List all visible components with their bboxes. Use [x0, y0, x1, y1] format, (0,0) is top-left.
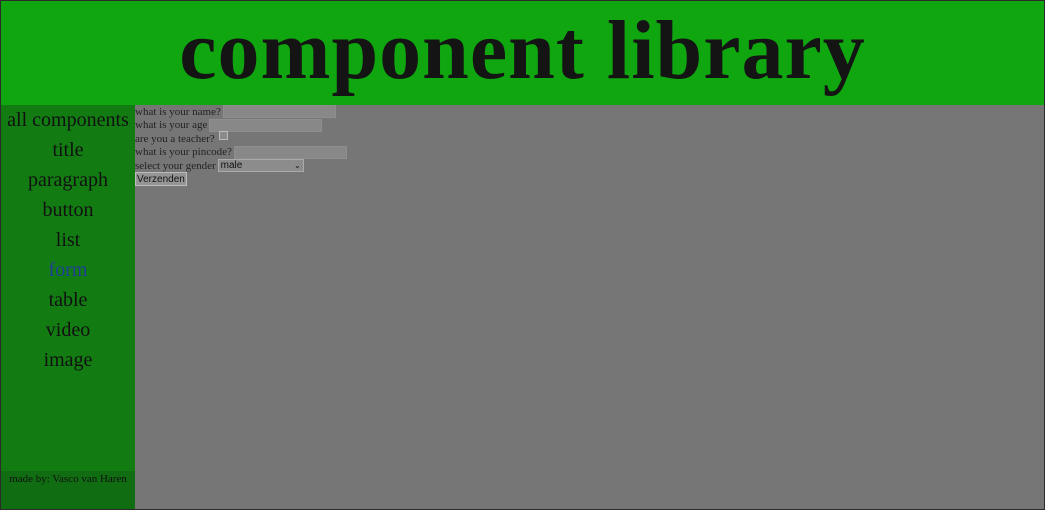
gender-selected-value: male	[220, 160, 243, 172]
pincode-input[interactable]	[233, 145, 347, 159]
age-label: what is your age	[135, 119, 208, 132]
form-panel: what is your name? what is your age are …	[135, 105, 347, 187]
pincode-row: what is your pincode?	[135, 145, 347, 160]
sidebar: all components title paragraph button li…	[1, 105, 135, 509]
sidebar-footer: made by: Vasco van Haren	[1, 471, 135, 509]
sidebar-item-button[interactable]: button	[1, 197, 135, 227]
name-input[interactable]	[222, 105, 336, 119]
submit-row: Verzenden	[135, 172, 347, 187]
sidebar-item-video[interactable]: video	[1, 317, 135, 347]
page-title: component library	[179, 4, 866, 97]
pincode-label: what is your pincode?	[135, 146, 232, 159]
chevron-down-icon: ⌄	[293, 160, 301, 170]
teacher-row: are you a teacher?	[135, 131, 347, 146]
sidebar-nav: all components title paragraph button li…	[1, 105, 135, 377]
sidebar-item-paragraph[interactable]: paragraph	[1, 167, 135, 197]
teacher-checkbox[interactable]	[218, 131, 228, 141]
page-frame: component library all components title p…	[1, 1, 1044, 509]
gender-select[interactable]: male ⌄	[217, 159, 304, 173]
header: component library	[1, 1, 1044, 105]
author-credit: made by: Vasco van Haren	[9, 473, 127, 485]
sidebar-item-list[interactable]: list	[1, 227, 135, 257]
sidebar-item-form[interactable]: form	[1, 257, 135, 287]
age-row: what is your age	[135, 118, 347, 133]
sidebar-item-image[interactable]: image	[1, 347, 135, 377]
sidebar-item-title[interactable]: title	[1, 137, 135, 167]
age-input[interactable]	[209, 118, 323, 132]
submit-button[interactable]: Verzenden	[135, 172, 187, 187]
gender-label: select your gender	[135, 159, 216, 172]
sidebar-item-table[interactable]: table	[1, 287, 135, 317]
sidebar-item-all-components[interactable]: all components	[1, 107, 135, 137]
name-label: what is your name?	[135, 105, 221, 118]
teacher-label: are you a teacher?	[135, 132, 215, 145]
name-row: what is your name?	[135, 105, 347, 119]
gender-row: select your gender male ⌄	[135, 159, 347, 173]
